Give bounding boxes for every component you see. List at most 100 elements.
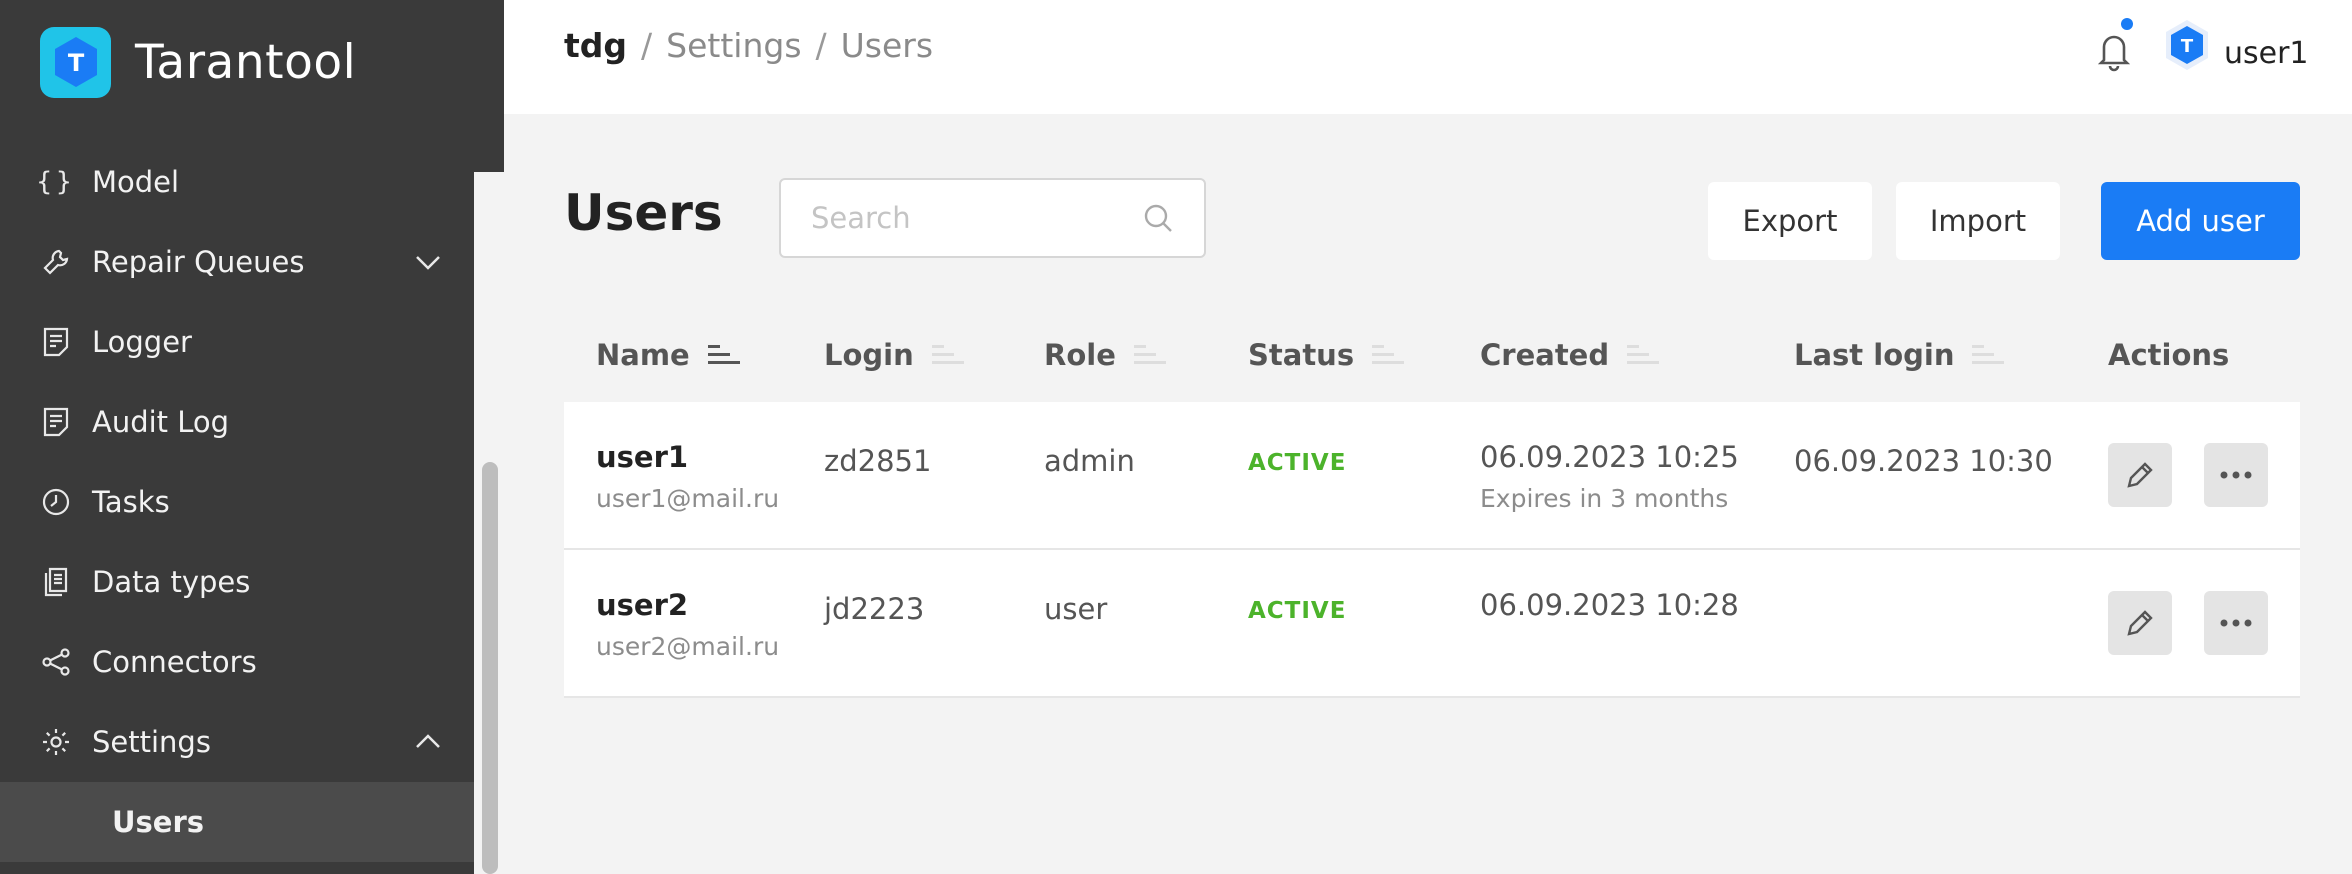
column-header-label: Name: [596, 338, 690, 372]
user-login: zd2851: [824, 444, 932, 478]
pencil-icon: [2127, 610, 2153, 636]
files-icon: [40, 566, 72, 598]
sidebar-item-label: Data types: [92, 565, 251, 599]
column-header-status[interactable]: Status: [1248, 332, 1405, 378]
avatar[interactable]: T: [2160, 18, 2214, 72]
user-role: admin: [1044, 444, 1135, 478]
sidebar-item-repair-queues[interactable]: Repair Queues: [0, 222, 474, 302]
created-cell: 06.09.2023 10:25 Expires in 3 months: [1480, 440, 1739, 513]
created-date: 06.09.2023 10:28: [1480, 588, 1739, 622]
user-email: user1@mail.ru: [596, 484, 780, 513]
column-header-role[interactable]: Role: [1044, 332, 1166, 378]
column-header-label: Login: [824, 338, 914, 372]
import-button[interactable]: Import: [1896, 182, 2060, 260]
status-badge: ACTIVE: [1248, 450, 1347, 476]
export-button[interactable]: Export: [1708, 182, 1872, 260]
add-user-button[interactable]: Add user: [2101, 182, 2300, 260]
document-icon: [40, 326, 72, 358]
column-header-login[interactable]: Login: [824, 332, 964, 378]
table-header: Name Login Role Status Created Last logi…: [564, 308, 2300, 402]
column-header-label: Role: [1044, 338, 1116, 372]
column-header-name[interactable]: Name: [596, 332, 740, 378]
logo-letter: T: [67, 49, 84, 77]
users-table: Name Login Role Status Created Last logi…: [564, 308, 2300, 698]
sort-icon[interactable]: [1370, 342, 1405, 368]
created-date: 06.09.2023 10:25: [1480, 440, 1739, 474]
sidebar-item-audit-log[interactable]: Audit Log: [0, 382, 474, 462]
column-header-label: Last login: [1794, 338, 1955, 372]
notification-dot: [2121, 18, 2133, 30]
current-username[interactable]: user1: [2224, 36, 2309, 71]
sidebar-item-tasks[interactable]: Tasks: [0, 462, 474, 542]
breadcrumb-users: Users: [840, 26, 934, 65]
user-email: user2@mail.ru: [596, 632, 780, 661]
breadcrumb-settings[interactable]: Settings: [666, 26, 801, 65]
breadcrumb-separator: /: [641, 26, 653, 65]
braces-icon: {}: [36, 167, 76, 197]
brand-name: Tarantool: [135, 34, 357, 90]
created-cell: 06.09.2023 10:28: [1480, 588, 1739, 622]
sidebar-item-model[interactable]: {} Model: [0, 142, 474, 222]
sidebar-subitem-users[interactable]: Users: [0, 782, 474, 862]
edit-button[interactable]: [2108, 591, 2172, 655]
column-header-label: Actions: [2108, 338, 2230, 372]
user-name-cell: user1 user1@mail.ru: [596, 440, 779, 513]
sort-icon[interactable]: [1625, 342, 1660, 368]
sidebar-item-label: Logger: [92, 325, 192, 359]
chevron-down-icon[interactable]: [412, 246, 444, 278]
table-row: user1 user1@mail.ru zd2851 admin ACTIVE …: [564, 402, 2300, 550]
sidebar-item-connectors[interactable]: Connectors: [0, 622, 474, 702]
edit-button[interactable]: [2108, 443, 2172, 507]
sidebar-item-label: Model: [92, 165, 180, 199]
search-icon[interactable]: [1142, 202, 1174, 234]
app-logo[interactable]: T Tarantool: [40, 26, 356, 98]
column-header-last-login[interactable]: Last login: [1794, 332, 2005, 378]
sidebar-item-settings[interactable]: Settings: [0, 702, 474, 782]
chevron-up-icon[interactable]: [412, 726, 444, 758]
sidebar-item-label: Settings: [92, 725, 211, 759]
breadcrumb-root[interactable]: tdg: [564, 26, 627, 65]
sidebar-item-label: Audit Log: [92, 405, 230, 439]
column-header-actions: Actions: [2108, 332, 2229, 378]
wrench-icon: [40, 246, 72, 278]
sidebar-nav: {} Model Repair Queues Logger Audit Log: [0, 142, 474, 862]
table-row: user2 user2@mail.ru jd2223 user ACTIVE 0…: [564, 550, 2300, 698]
sidebar-item-label: Connectors: [92, 645, 257, 679]
last-login: 06.09.2023 10:30: [1794, 444, 2053, 478]
more-dots-icon: [2220, 471, 2252, 479]
sidebar-item-logger[interactable]: Logger: [0, 302, 474, 382]
bell-icon[interactable]: [2094, 28, 2134, 72]
search-input[interactable]: [811, 201, 1142, 235]
status-badge: ACTIVE: [1248, 598, 1347, 624]
user-name-cell: user2 user2@mail.ru: [596, 588, 779, 661]
user-name: user2: [596, 588, 689, 622]
document-icon: [40, 406, 72, 438]
gear-icon: [40, 726, 72, 758]
sort-icon[interactable]: [1970, 342, 2005, 368]
pencil-icon: [2127, 462, 2153, 488]
breadcrumb-separator: /: [815, 26, 827, 65]
sidebar: T Tarantool {} Model Repair Queues Logge…: [0, 0, 504, 874]
more-actions-button[interactable]: [2204, 591, 2268, 655]
sidebar-subitem-label: Users: [112, 805, 205, 839]
column-header-label: Status: [1248, 338, 1355, 372]
avatar-letter: T: [2181, 36, 2194, 57]
sidebar-scrollbar-thumb[interactable]: [482, 462, 498, 874]
sidebar-item-label: Tasks: [92, 485, 170, 519]
sort-icon[interactable]: [930, 342, 964, 368]
page-title: Users: [564, 184, 723, 242]
top-header: tdg / Settings / Users T user1: [504, 0, 2352, 114]
user-name: user1: [596, 440, 689, 474]
breadcrumb: tdg / Settings / Users: [564, 26, 933, 65]
sidebar-item-label: Repair Queues: [92, 245, 305, 279]
search-box[interactable]: [779, 178, 1206, 258]
sidebar-item-data-types[interactable]: Data types: [0, 542, 474, 622]
expiry-note: Expires in 3 months: [1480, 484, 1729, 513]
sort-active-icon[interactable]: [706, 342, 740, 368]
share-icon: [40, 646, 72, 678]
more-actions-button[interactable]: [2204, 443, 2268, 507]
column-header-created[interactable]: Created: [1480, 332, 1660, 378]
sort-icon[interactable]: [1132, 342, 1166, 368]
user-role: user: [1044, 592, 1108, 626]
clock-icon: [40, 486, 72, 518]
